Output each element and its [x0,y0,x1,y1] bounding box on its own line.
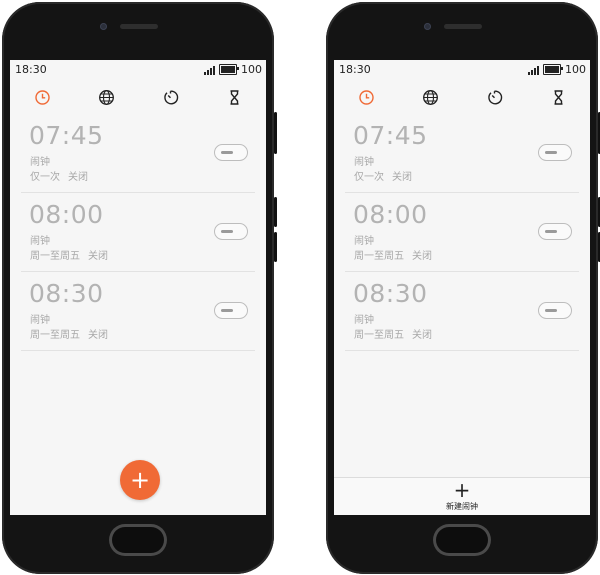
battery-level: 100 [565,63,586,76]
add-alarm-button[interactable]: + [120,460,160,500]
stopwatch-icon [487,89,502,104]
alarm-time: 08:30 [29,279,104,308]
alarm-label: 闹钟 [354,236,374,247]
volume-up-button [274,197,277,227]
alarm-repeat: 周一至周五 [354,251,404,262]
tab-stopwatch[interactable] [150,82,190,112]
alarm-repeat: 仅一次 [30,172,60,183]
alarm-label: 闹钟 [30,157,50,168]
battery-icon [219,64,239,75]
status-bar: 18:30 100 [334,60,590,80]
clock-app-screen: 18:30 100 07:45 闹钟 仅一次 关闭 08:00 闹钟 周一至周五… [334,60,590,515]
alarm-label: 闹钟 [30,236,50,247]
alarm-toggle[interactable] [214,144,248,161]
status-time: 18:30 [339,63,371,76]
alarm-schedule: 仅一次 关闭 [30,168,88,183]
alarm-time: 08:00 [29,200,104,229]
alarm-state: 关闭 [88,251,108,262]
alarm-state: 关闭 [412,330,432,341]
new-alarm-label: 新建闹钟 [446,502,478,511]
alarm-repeat: 周一至周五 [30,251,80,262]
plus-icon: + [453,478,471,502]
alarm-toggle[interactable] [214,223,248,240]
alarm-schedule: 周一至周五 关闭 [30,247,108,262]
phone-left: 18:30 100 07:45 闹钟 仅一次 关闭 08:00 闹钟 周一至周五… [2,2,277,574]
status-indicators: 100 [528,63,586,76]
earpiece-speaker [444,24,482,29]
battery-icon [543,64,563,75]
alarm-time: 08:30 [353,279,428,308]
globe-icon [98,89,114,105]
earpiece-speaker [120,24,158,29]
alarm-state: 关闭 [68,172,88,183]
tab-alarm[interactable] [22,82,62,112]
tab-bar [10,80,266,114]
tab-timer[interactable] [538,82,578,112]
alarm-schedule: 周一至周五 关闭 [30,326,108,341]
alarm-item[interactable]: 08:30 闹钟 周一至周五 关闭 [345,272,579,351]
clock-app-screen: 18:30 100 07:45 闹钟 仅一次 关闭 08:00 闹钟 周一至周五… [10,60,266,515]
alarm-toggle[interactable] [538,302,572,319]
tab-timer[interactable] [214,82,254,112]
alarm-state: 关闭 [392,172,412,183]
front-camera [100,23,107,30]
alarm-time: 08:00 [353,200,428,229]
alarm-state: 关闭 [412,251,432,262]
alarm-label: 闹钟 [354,315,374,326]
globe-icon [422,89,438,105]
tab-bar [334,80,590,114]
alarm-repeat: 周一至周五 [30,330,80,341]
volume-down-button [274,232,277,262]
alarm-state: 关闭 [88,330,108,341]
alarm-item[interactable]: 07:45 闹钟 仅一次 关闭 [21,114,255,193]
alarm-list: 07:45 闹钟 仅一次 关闭 08:00 闹钟 周一至周五 关闭 08:30 闹钟… [10,114,266,351]
alarm-schedule: 仅一次 关闭 [354,168,412,183]
hourglass-icon [230,89,238,105]
power-button [274,112,277,154]
alarm-label: 闹钟 [354,157,374,168]
alarm-repeat: 周一至周五 [354,330,404,341]
tab-stopwatch[interactable] [474,82,514,112]
clock-icon [34,89,50,105]
front-camera [424,23,431,30]
tab-world-clock[interactable] [410,82,450,112]
phone-right: 18:30 100 07:45 闹钟 仅一次 关闭 08:00 闹钟 周一至周五… [326,2,600,574]
home-button[interactable] [433,524,491,556]
alarm-toggle[interactable] [538,223,572,240]
alarm-repeat: 仅一次 [354,172,384,183]
alarm-item[interactable]: 08:30 闹钟 周一至周五 关闭 [21,272,255,351]
stopwatch-icon [163,89,178,104]
battery-level: 100 [241,63,262,76]
clock-icon [358,89,374,105]
tab-world-clock[interactable] [86,82,126,112]
alarm-item[interactable]: 08:00 闹钟 周一至周五 关闭 [345,193,579,272]
signal-icon [204,65,215,75]
hourglass-icon [554,89,562,105]
alarm-item[interactable]: 08:00 闹钟 周一至周五 关闭 [21,193,255,272]
alarm-list: 07:45 闹钟 仅一次 关闭 08:00 闹钟 周一至周五 关闭 08:30 闹钟… [334,114,590,351]
alarm-time: 07:45 [29,121,104,150]
alarm-toggle[interactable] [214,302,248,319]
signal-icon [528,65,539,75]
tab-alarm[interactable] [346,82,386,112]
alarm-item[interactable]: 07:45 闹钟 仅一次 关闭 [345,114,579,193]
alarm-schedule: 周一至周五 关闭 [354,247,432,262]
plus-icon: + [129,466,151,494]
alarm-schedule: 周一至周五 关闭 [354,326,432,341]
home-button[interactable] [109,524,167,556]
status-time: 18:30 [15,63,47,76]
alarm-label: 闹钟 [30,315,50,326]
status-indicators: 100 [204,63,262,76]
alarm-time: 07:45 [353,121,428,150]
new-alarm-bar[interactable]: + 新建闹钟 [334,477,590,515]
alarm-toggle[interactable] [538,144,572,161]
status-bar: 18:30 100 [10,60,266,80]
